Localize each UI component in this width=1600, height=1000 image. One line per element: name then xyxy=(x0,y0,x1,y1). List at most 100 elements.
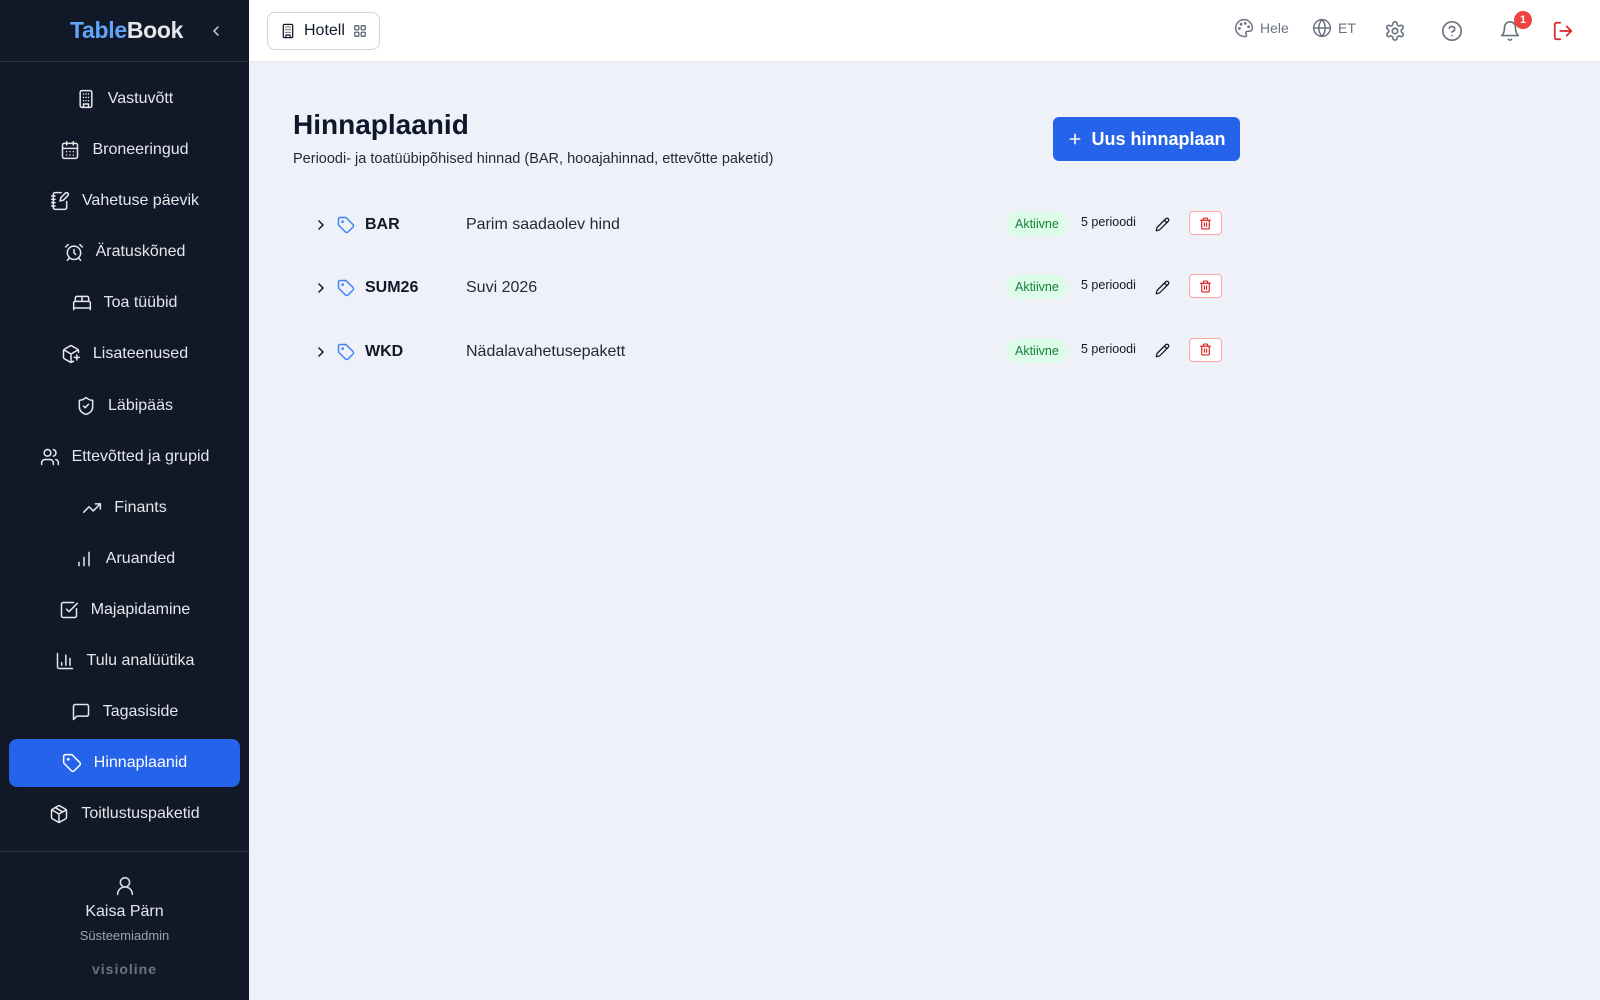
sidebar-item-label: Broneeringud xyxy=(92,141,189,159)
sidebar-item-label: Ettevõtted ja grupid xyxy=(71,447,210,465)
chevron-right-icon xyxy=(318,283,324,294)
building-icon xyxy=(282,23,294,39)
building-icon xyxy=(79,89,93,109)
sidebar-item-vastuvott[interactable]: Vastuvõtt xyxy=(9,75,240,123)
user-icon xyxy=(116,876,133,896)
rate-plan-code: BAR xyxy=(365,216,400,233)
sidebar-item-label: Lisateenused xyxy=(92,345,189,363)
chevron-right-icon xyxy=(318,347,324,357)
edit-button[interactable] xyxy=(1152,214,1172,234)
new-rate-plan-label: Uus hinnaplaan xyxy=(1091,128,1226,149)
expand-row-button[interactable] xyxy=(311,215,331,235)
rate-plan-list: BAR Parim saadaolev hind Aktiivne 5 peri… xyxy=(293,194,1223,384)
brand-logo: visioline xyxy=(91,961,158,977)
delete-button[interactable] xyxy=(1189,337,1222,362)
tag-icon xyxy=(337,343,355,360)
sidebar-item-majapidamine[interactable]: Majapidamine xyxy=(9,586,240,634)
pencil-icon xyxy=(1155,280,1169,295)
sidebar-item-toa-tuubid[interactable]: Toa tüübid xyxy=(9,279,240,327)
logout-icon xyxy=(1553,21,1573,41)
property-name: Hotell xyxy=(304,22,345,39)
language-label: ET xyxy=(1338,20,1356,36)
sidebar-item-label: Vastuvõtt xyxy=(107,90,174,107)
theme-toggle[interactable]: Hele xyxy=(1234,18,1289,38)
app-logo[interactable]: TableBook xyxy=(70,17,183,44)
sidebar-item-label: Tagasiside xyxy=(102,703,179,721)
trash-icon xyxy=(1200,280,1211,293)
period-count: 5 perioodi xyxy=(1081,278,1136,293)
rate-plan-code: SUM26 xyxy=(365,279,419,297)
period-count: 5 perioodi xyxy=(1081,341,1136,356)
sidebar-item-label: Äratuskõned xyxy=(95,243,186,261)
chevron-right-icon xyxy=(318,220,324,230)
help-circle-icon xyxy=(1442,21,1462,41)
main-content: Hinnaplaanid Perioodi- ja toatüübipõhise… xyxy=(249,62,1600,1000)
check-square-icon xyxy=(60,601,78,619)
page-subtitle: Perioodi- ja toatüübipõhised hinnad (BAR… xyxy=(293,151,774,167)
package-plus-icon xyxy=(62,345,80,364)
edit-button[interactable] xyxy=(1152,277,1172,297)
sidebar-header: TableBook xyxy=(0,0,249,62)
rate-plan-name: Suvi 2026 xyxy=(466,279,538,297)
sidebar-item-toitlustuspaketid[interactable]: Toitlustuspaketid xyxy=(9,790,240,838)
notifications-button[interactable]: 1 xyxy=(1496,11,1532,45)
notification-badge: 1 xyxy=(1514,11,1532,29)
pencil-icon xyxy=(1155,343,1169,358)
pencil-icon xyxy=(1155,217,1169,231)
expand-row-button[interactable] xyxy=(311,342,331,362)
chevron-left-icon xyxy=(213,26,219,36)
period-count: 5 perioodi xyxy=(1081,215,1136,229)
sidebar-item-aratuskoned[interactable]: Äratuskõned xyxy=(9,228,240,276)
topbar: Hotell Hele ET 1 xyxy=(249,0,1600,62)
sidebar-item-tulu-analuutika[interactable]: Tulu analüütika xyxy=(9,637,240,685)
sidebar-item-hinnaplaanid[interactable]: Hinnaplaanid xyxy=(9,739,240,788)
sidebar-footer: Kaisa Pärn Süsteemiadmin visioline xyxy=(0,851,249,1000)
sidebar-item-vahetuse-paevik[interactable]: Vahetuse päevik xyxy=(9,177,240,225)
collapse-sidebar-button[interactable] xyxy=(204,20,228,42)
sidebar-item-ettevotted-ja-grupid[interactable]: Ettevõtted ja grupid xyxy=(9,433,240,481)
delete-button[interactable] xyxy=(1189,211,1222,235)
alarm-clock-icon xyxy=(64,244,83,262)
rate-plan-row[interactable]: BAR Parim saadaolev hind Aktiivne 5 peri… xyxy=(293,194,1223,257)
edit-button[interactable] xyxy=(1152,341,1172,361)
sidebar-item-labipaas[interactable]: Läbipääs xyxy=(9,382,240,430)
new-rate-plan-button[interactable]: Uus hinnaplaan xyxy=(1053,117,1240,161)
sidebar-item-label: Hinnaplaanid xyxy=(93,754,188,772)
help-button[interactable] xyxy=(1438,17,1466,45)
language-selector[interactable]: ET xyxy=(1312,18,1356,38)
sidebar-item-label: Majapidamine xyxy=(90,600,191,618)
rate-plan-row[interactable]: SUM26 Suvi 2026 Aktiivne 5 perioodi xyxy=(293,257,1223,320)
tag-icon xyxy=(337,216,355,234)
bed-icon xyxy=(72,295,91,311)
rate-plan-code: WKD xyxy=(365,342,404,360)
property-selector[interactable]: Hotell xyxy=(267,12,380,50)
sidebar-item-label: Vahetuse päevik xyxy=(81,192,200,210)
rate-plan-name: Parim saadaolev hind xyxy=(466,216,620,233)
sidebar: TableBook Vastuvõtt Broneeringud Vahetus… xyxy=(0,0,249,1000)
expand-row-button[interactable] xyxy=(311,278,331,298)
settings-button[interactable] xyxy=(1381,17,1409,45)
sidebar-item-finants[interactable]: Finants xyxy=(9,484,240,532)
trash-icon xyxy=(1200,343,1211,356)
theme-label: Hele xyxy=(1260,20,1289,36)
grid-icon xyxy=(354,25,366,37)
rate-plan-row[interactable]: WKD Nädalavahetusepakett Aktiivne 5 peri… xyxy=(293,321,1223,384)
user-role: Süsteemiadmin xyxy=(79,928,170,943)
sidebar-item-aruanded[interactable]: Aruanded xyxy=(9,535,240,583)
sidebar-item-broneeringud[interactable]: Broneeringud xyxy=(9,126,240,174)
status-badge: Aktiivne xyxy=(1006,275,1068,300)
sidebar-item-lisateenused[interactable]: Lisateenused xyxy=(9,330,240,378)
message-square-icon xyxy=(72,703,89,721)
delete-button[interactable] xyxy=(1189,274,1222,299)
sidebar-item-tagasiside[interactable]: Tagasiside xyxy=(9,688,240,736)
tag-icon xyxy=(62,754,81,773)
avatar[interactable] xyxy=(0,875,249,897)
tag-icon xyxy=(337,280,355,297)
logout-button[interactable] xyxy=(1549,17,1577,45)
user-name: Kaisa Pärn xyxy=(85,903,164,920)
users-icon xyxy=(40,448,59,465)
globe-icon xyxy=(1312,18,1332,38)
gear-icon xyxy=(1385,21,1405,41)
calendar-icon xyxy=(62,141,79,160)
status-badge: Aktiivne xyxy=(1006,338,1068,363)
